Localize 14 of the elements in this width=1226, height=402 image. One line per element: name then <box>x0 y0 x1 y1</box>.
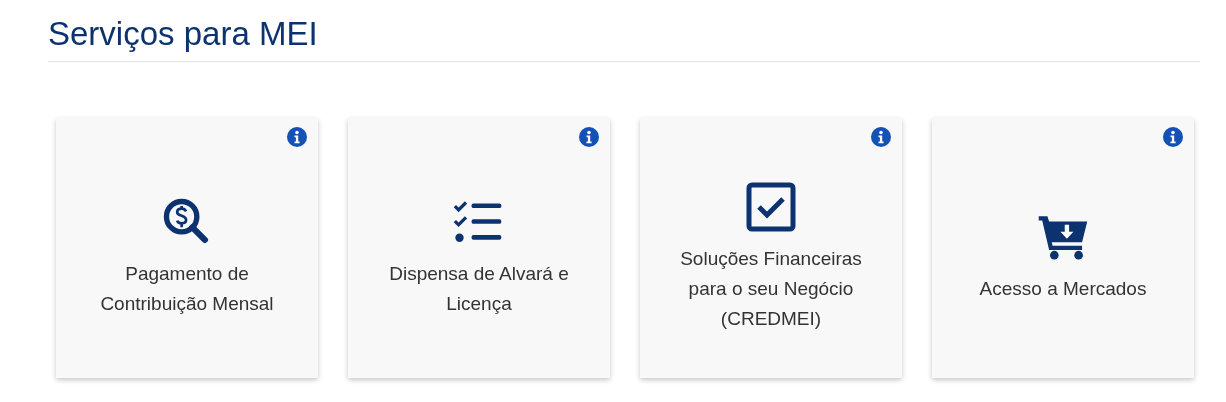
service-card[interactable]: Soluções Financeiras para o seu Negócio (CREDMEI) <box>640 118 902 378</box>
card-label: Pagamento de Contribuição Mensal <box>99 262 275 316</box>
service-card[interactable]: Dispensa de Alvará e Licença <box>348 118 610 378</box>
card-label: Dispensa de Alvará e Licença <box>388 262 570 316</box>
info-icon[interactable] <box>287 127 307 147</box>
service-card[interactable]: Acesso a Mercados <box>932 118 1194 378</box>
card-label: Acesso a Mercados <box>979 277 1147 301</box>
info-icon[interactable] <box>579 127 599 147</box>
info-icon[interactable] <box>871 127 891 147</box>
service-card[interactable]: Pagamento de Contribuição Mensal <box>56 118 318 378</box>
info-icon[interactable] <box>1163 127 1183 147</box>
section-title: Serviços para MEI <box>48 14 319 54</box>
checkbox-icon <box>745 182 797 232</box>
card-label: Soluções Financeiras para o seu Negócio (CREDMEI) <box>679 247 863 331</box>
